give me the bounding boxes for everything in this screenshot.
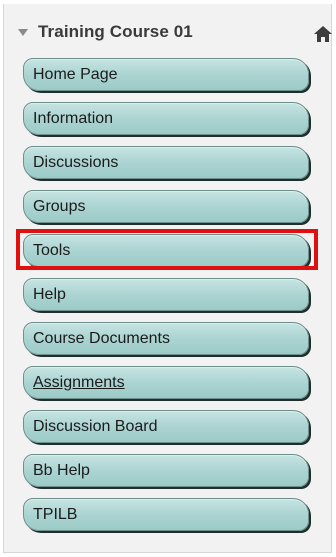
groups-label: Groups: [33, 197, 86, 215]
tpilb-label: TPILB: [33, 505, 78, 523]
bb-help-label: Bb Help: [33, 461, 90, 479]
tools-button[interactable]: Tools: [23, 234, 309, 267]
assignments-label: Assignments: [33, 373, 125, 391]
home-page-label: Home Page: [33, 65, 118, 83]
menu-item-discussion-board: Discussion Board: [23, 410, 317, 443]
bb-help-button[interactable]: Bb Help: [23, 454, 309, 487]
home-icon[interactable]: [313, 24, 333, 44]
tpilb-button[interactable]: TPILB: [23, 498, 309, 531]
help-button[interactable]: Help: [23, 278, 309, 311]
assignments-button[interactable]: Assignments: [23, 366, 309, 399]
menu-item-discussions: Discussions: [23, 146, 317, 179]
discussions-label: Discussions: [33, 153, 119, 171]
menu-item-tpilb: TPILB: [23, 498, 317, 531]
information-label: Information: [33, 109, 114, 127]
tools-label: Tools: [33, 241, 71, 259]
menu-item-help: Help: [23, 278, 317, 311]
menu-item-tools: Tools: [16, 229, 318, 270]
menu-item-groups: Groups: [23, 190, 317, 223]
discussions-button[interactable]: Discussions: [23, 146, 309, 179]
menu-item-assignments: Assignments: [23, 366, 317, 399]
collapse-caret-icon[interactable]: [18, 28, 28, 36]
course-menu: Home Page Information Discussions Groups…: [16, 58, 318, 542]
course-documents-button[interactable]: Course Documents: [23, 322, 309, 355]
course-title: Training Course 01: [38, 22, 193, 41]
menu-item-course-documents: Course Documents: [23, 322, 317, 355]
discussion-board-label: Discussion Board: [33, 417, 158, 435]
discussion-board-button[interactable]: Discussion Board: [23, 410, 309, 443]
information-button[interactable]: Information: [23, 102, 309, 135]
menu-item-information: Information: [23, 102, 317, 135]
menu-item-bb-help: Bb Help: [23, 454, 317, 487]
course-documents-label: Course Documents: [33, 329, 170, 347]
help-label: Help: [33, 285, 66, 303]
groups-button[interactable]: Groups: [23, 190, 309, 223]
course-header[interactable]: Training Course 01: [10, 18, 193, 46]
home-page-button[interactable]: Home Page: [23, 58, 309, 91]
menu-item-home-page: Home Page: [23, 58, 317, 91]
